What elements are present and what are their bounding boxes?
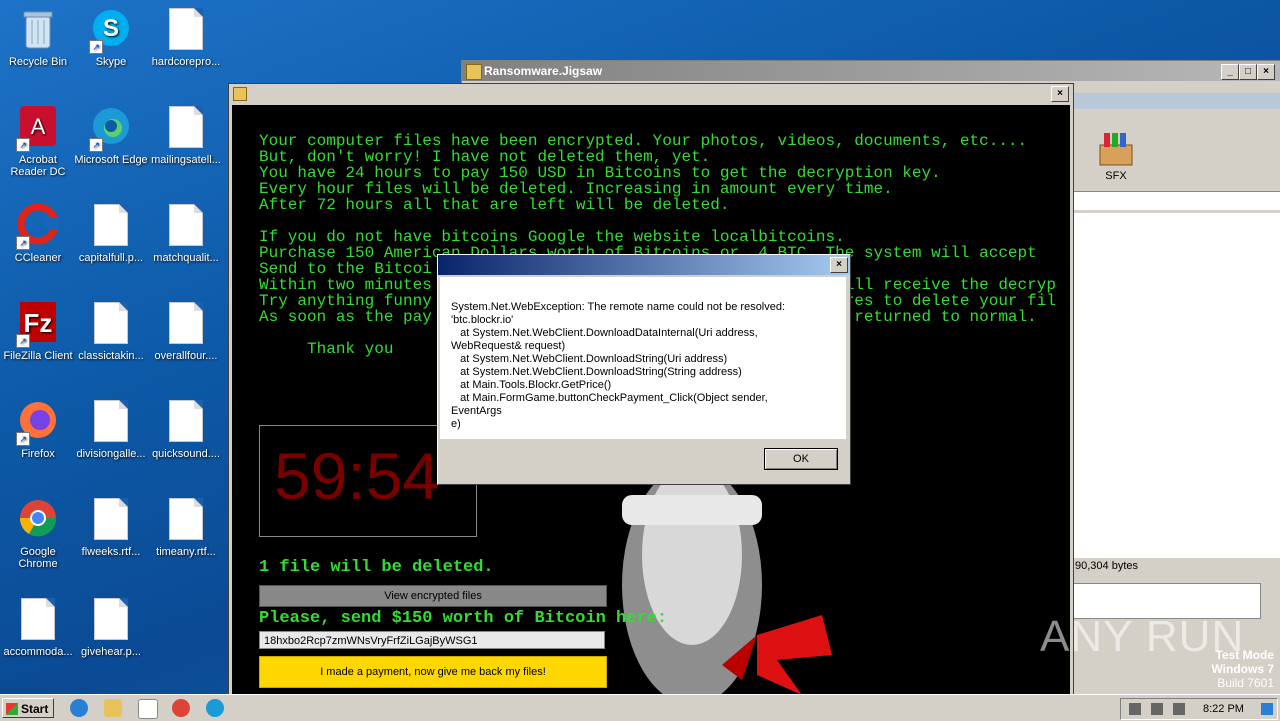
toolbar-strip — [1073, 93, 1280, 109]
windows-version-line: Windows 7 — [1211, 662, 1274, 676]
filezilla-icon[interactable]: Fz ↗ FileZilla Client — [0, 302, 76, 362]
acrobat-reader-icon[interactable]: A ↗ Acrobat Reader DC — [0, 106, 76, 178]
window-title: Ransomware.Jigsaw — [484, 64, 603, 78]
window-titlebar[interactable]: Ransomware.Jigsaw _ □ × — [462, 61, 1280, 81]
folder-icon — [466, 64, 482, 80]
document-icon[interactable]: divisiongalle... — [73, 400, 149, 460]
build-line: Build 7601 — [1217, 676, 1274, 690]
windows-logo-icon — [6, 703, 18, 715]
volume-icon[interactable] — [1129, 703, 1141, 715]
show-desktop-icon[interactable] — [1261, 703, 1273, 715]
svg-text:A: A — [31, 114, 46, 139]
system-tray: 8:22 PM — [1120, 698, 1278, 720]
taskbar: Start 8:22 PM — [0, 694, 1280, 721]
close-button[interactable]: × — [1051, 86, 1069, 102]
close-button[interactable]: × — [1257, 64, 1275, 80]
jigsaw-puppet-image — [622, 465, 832, 705]
app-icon — [233, 87, 247, 101]
start-button[interactable]: Start — [2, 698, 54, 718]
clock[interactable]: 8:22 PM — [1203, 699, 1244, 719]
view-encrypted-files-button[interactable]: View encrypted files — [259, 585, 607, 607]
chrome-icon[interactable]: Google Chrome — [0, 498, 76, 570]
countdown-timer: 59:54 — [274, 439, 440, 513]
document-icon[interactable]: hardcorepro... — [148, 8, 224, 68]
svg-text:S: S — [103, 15, 119, 42]
bitcoin-address-field[interactable]: 18hxbo2Rcp7zmWNsVryFrfZiLGajByWSG1 — [259, 631, 605, 649]
skype-icon[interactable]: S ↗ Skype — [73, 8, 149, 68]
ie-icon[interactable] — [70, 699, 88, 717]
status-bytes: 90,304 bytes — [1075, 560, 1138, 572]
document-icon[interactable]: capitalfull.p... — [73, 204, 149, 264]
file-list[interactable] — [1073, 213, 1280, 558]
ransom-window-titlebar[interactable]: × — [229, 84, 1073, 104]
media-player-icon[interactable] — [138, 699, 158, 719]
flag-icon[interactable] — [1173, 703, 1185, 715]
document-icon[interactable]: flweeks.rtf... — [73, 498, 149, 558]
ccleaner-icon[interactable]: ↗ CCleaner — [0, 203, 76, 264]
edge-icon[interactable]: ↗ Microsoft Edge — [73, 106, 149, 166]
dialog-body: System.Net.WebException: The remote name… — [440, 277, 846, 439]
document-icon[interactable]: classictakin... — [73, 302, 149, 362]
firefox-icon[interactable]: ↗ Firefox — [0, 400, 76, 460]
archive-icon — [1099, 133, 1133, 166]
dialog-titlebar[interactable]: × — [438, 255, 850, 275]
error-message: System.Net.WebException: The remote name… — [451, 301, 786, 430]
sfx-label: SFX — [1105, 170, 1127, 182]
document-icon[interactable]: quicksound.... — [148, 400, 224, 460]
explorer-icon[interactable] — [104, 699, 122, 717]
document-icon[interactable]: mailingsatell... — [148, 106, 224, 166]
maximize-button[interactable]: □ — [1239, 64, 1257, 80]
chrome-taskbar-icon[interactable] — [172, 699, 190, 717]
test-mode-line: Test Mode — [1215, 648, 1274, 662]
edge-taskbar-icon[interactable] — [206, 699, 224, 717]
recycle-bin-icon[interactable]: Recycle Bin — [0, 8, 76, 68]
network-icon[interactable] — [1151, 703, 1163, 715]
minimize-button[interactable]: _ — [1221, 64, 1239, 80]
address-bar[interactable] — [1073, 191, 1280, 210]
ok-button[interactable]: OK — [764, 448, 838, 470]
files-deleted-text: 1 file will be deleted. — [259, 558, 494, 577]
document-icon[interactable]: matchqualit... — [148, 204, 224, 264]
sfx-button[interactable]: SFX — [1092, 131, 1140, 182]
payment-made-button[interactable]: I made a payment, now give me back my fi… — [259, 656, 607, 688]
dialog-close-button[interactable]: × — [830, 257, 848, 273]
send-bitcoin-text: Please, send $150 worth of Bitcoin here: — [259, 609, 668, 628]
document-icon[interactable]: accommoda... — [0, 598, 76, 658]
document-icon[interactable]: overallfour.... — [148, 302, 224, 362]
document-icon[interactable]: timeany.rtf... — [148, 498, 224, 558]
document-icon[interactable]: givehear.p... — [73, 598, 149, 658]
test-mode-notice: Test Mode Windows 7 Build 7601 — [1211, 648, 1274, 690]
error-dialog[interactable]: × System.Net.WebException: The remote na… — [437, 254, 851, 485]
start-label: Start — [21, 702, 49, 716]
